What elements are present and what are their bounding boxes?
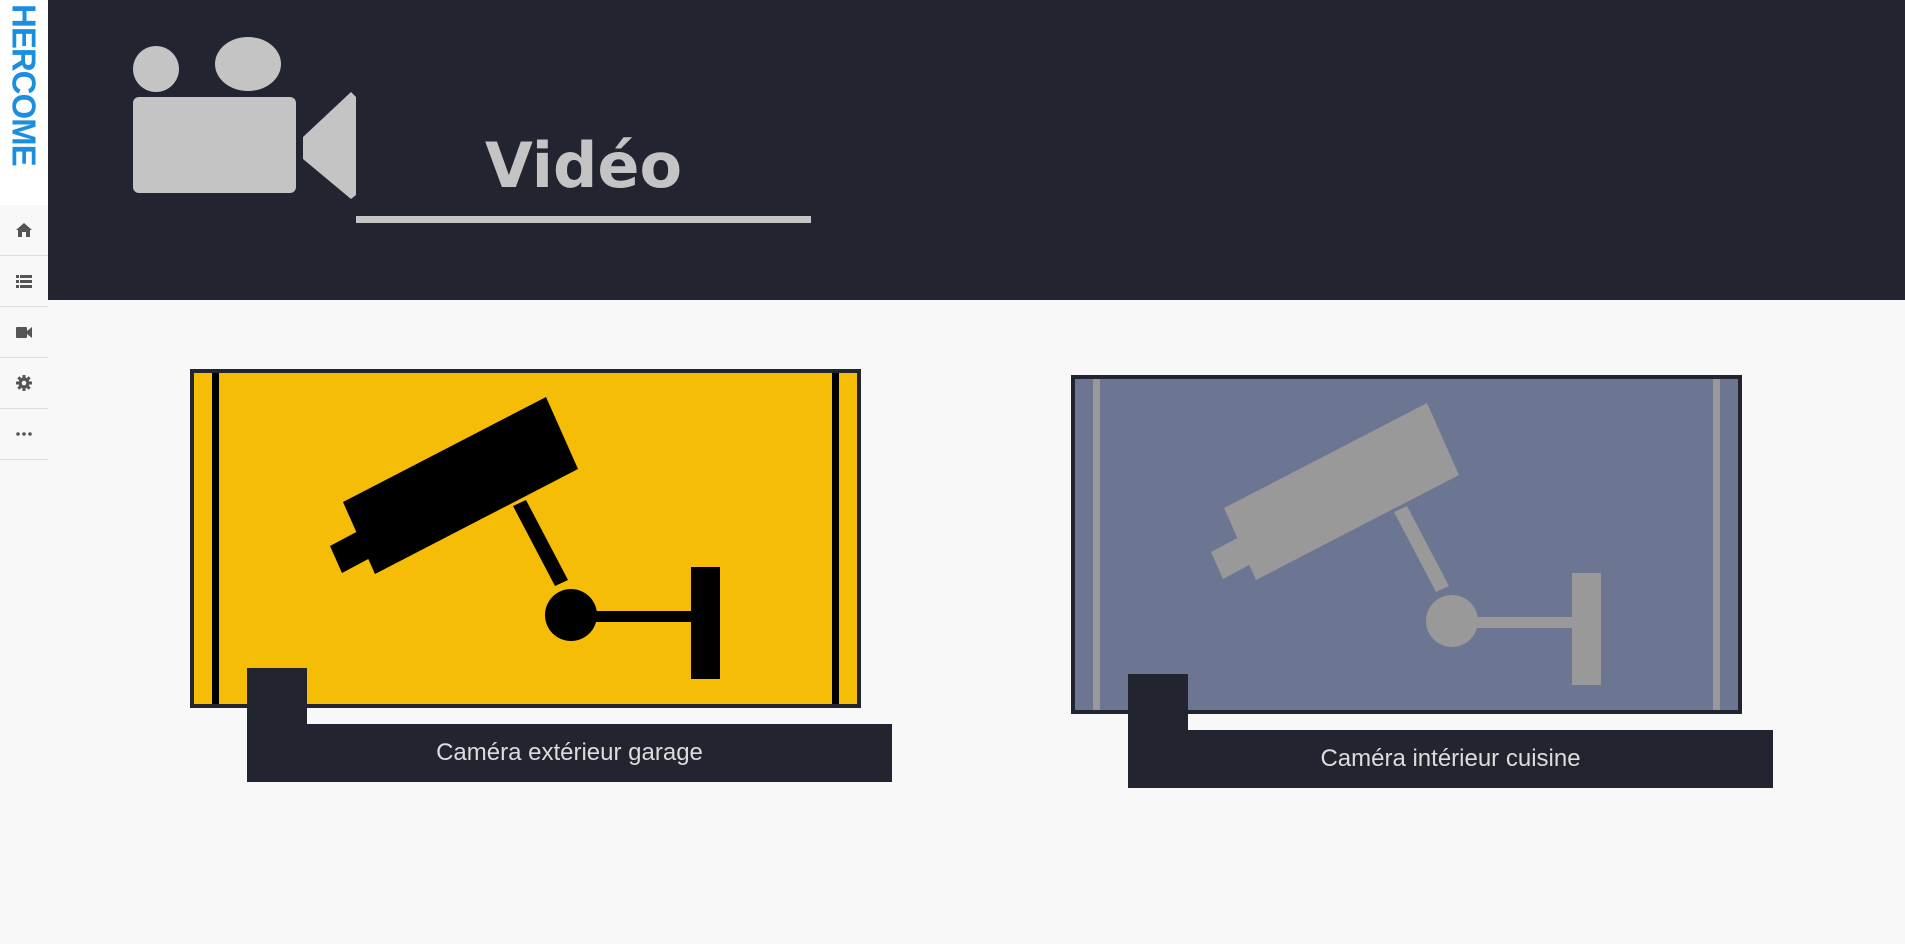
video-camera-icon (16, 326, 32, 338)
sidebar-item-list[interactable] (0, 256, 48, 307)
security-camera-icon (1075, 379, 1738, 710)
title-underline (356, 216, 811, 223)
camera-label-text: Caméra extérieur garage (436, 739, 703, 766)
page-header: Vidéo (48, 0, 1905, 300)
home-icon (16, 223, 32, 237)
gear-icon (16, 375, 32, 391)
camera-label[interactable]: Caméra extérieur garage (247, 724, 892, 782)
camera-card-kitchen[interactable]: Caméra intérieur cuisine (1071, 375, 1773, 795)
camera-thumbnail[interactable] (1071, 375, 1742, 714)
brand-logo[interactable]: HERCOME (0, 0, 48, 205)
sidebar-item-settings[interactable] (0, 358, 48, 409)
camera-label-tab (1128, 674, 1188, 734)
more-icon (16, 432, 32, 436)
security-camera-icon (194, 373, 857, 704)
sidebar-item-video[interactable] (0, 307, 48, 358)
camera-label-tab (247, 668, 307, 728)
sidebar-item-more[interactable] (0, 409, 48, 460)
brand-logo-text: HERCOME (5, 4, 43, 166)
list-icon (16, 274, 32, 288)
camera-label[interactable]: Caméra intérieur cuisine (1128, 730, 1773, 788)
page-title: Vidéo (484, 129, 683, 202)
camera-card-garage[interactable]: Caméra extérieur garage (190, 369, 892, 789)
camera-thumbnail[interactable] (190, 369, 861, 708)
video-camera-icon (133, 37, 356, 199)
sidebar-item-home[interactable] (0, 205, 48, 256)
camera-label-text: Caméra intérieur cuisine (1320, 745, 1581, 772)
sidebar: HERCOME (0, 0, 48, 944)
